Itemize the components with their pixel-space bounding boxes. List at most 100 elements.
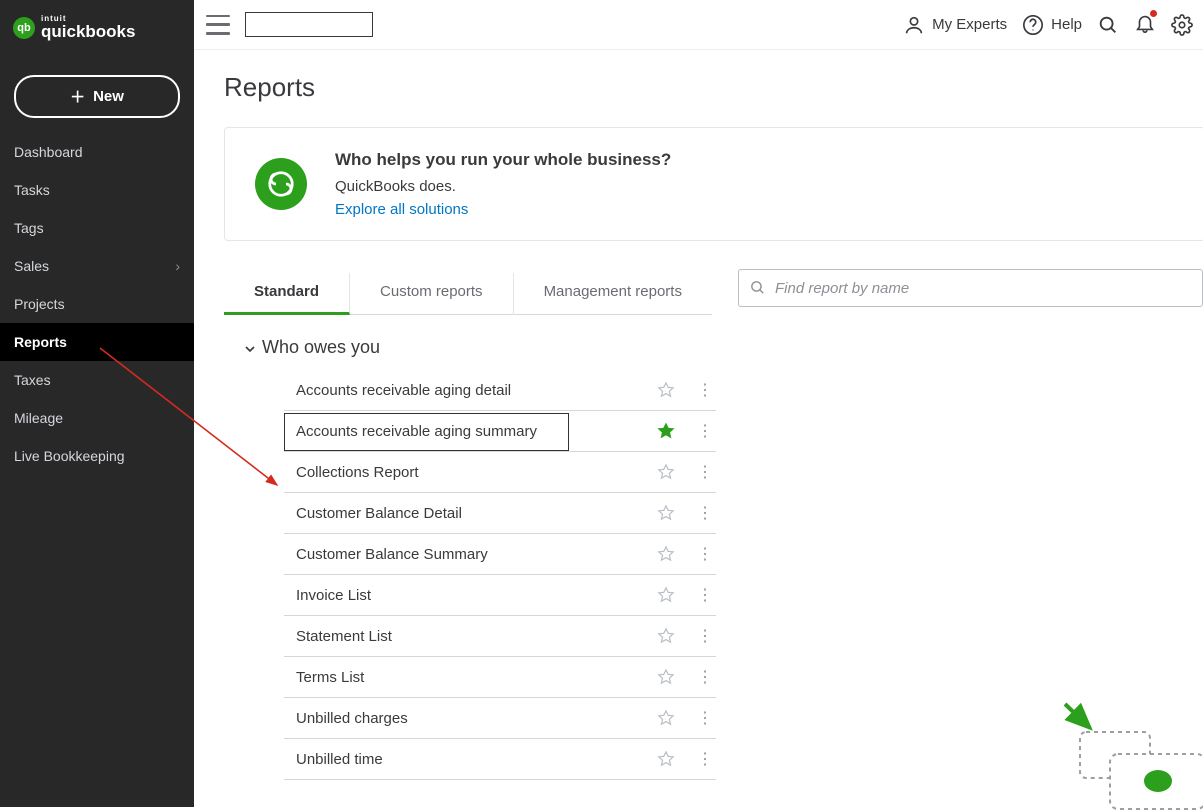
- star-outline-icon[interactable]: [657, 627, 675, 645]
- report-row: Unbilled time ⋮: [284, 739, 716, 780]
- sidebar-item-label: Tags: [14, 220, 44, 236]
- kebab-icon[interactable]: ⋮: [697, 585, 712, 605]
- kebab-icon[interactable]: ⋮: [697, 380, 712, 400]
- topbar: My Experts Help: [194, 0, 1203, 50]
- sidebar-item-label: Live Bookkeeping: [14, 448, 125, 464]
- report-row: Terms List ⋮: [284, 657, 716, 698]
- kebab-icon[interactable]: ⋮: [697, 626, 712, 646]
- kebab-icon[interactable]: ⋮: [697, 421, 712, 441]
- sidebar-item-tags[interactable]: Tags: [0, 209, 194, 247]
- search-icon[interactable]: [1097, 14, 1119, 36]
- report-row: Collections Report ⋮: [284, 452, 716, 493]
- sidebar-nav: Dashboard Tasks Tags Sales › Projects Reports T…: [0, 133, 194, 475]
- chevron-down-icon: [242, 341, 258, 357]
- promo-subtext: QuickBooks does.: [335, 178, 671, 195]
- sidebar-item-label: Mileage: [14, 410, 63, 426]
- help-label: Help: [1051, 16, 1082, 33]
- promo-card: Who helps you run your whole business? Q…: [224, 127, 1203, 241]
- report-row: Unbilled charges ⋮: [284, 698, 716, 739]
- promo-link[interactable]: Explore all solutions: [335, 201, 468, 218]
- help-button[interactable]: Help: [1022, 14, 1082, 36]
- tab-management-reports[interactable]: Management reports: [514, 273, 712, 315]
- my-experts-label: My Experts: [932, 16, 1007, 33]
- sidebar-item-dashboard[interactable]: Dashboard: [0, 133, 194, 171]
- kebab-icon[interactable]: ⋮: [697, 544, 712, 564]
- search-input[interactable]: [738, 269, 1203, 307]
- tabs: StandardCustom reportsManagement reports: [224, 273, 712, 315]
- sidebar-item-label: Taxes: [14, 372, 51, 388]
- kebab-icon[interactable]: ⋮: [697, 462, 712, 482]
- my-experts-button[interactable]: My Experts: [903, 14, 1007, 36]
- kebab-icon[interactable]: ⋮: [697, 749, 712, 769]
- brand-quickbooks: quickbooks: [41, 23, 135, 40]
- sidebar-item-label: Tasks: [14, 182, 50, 198]
- tab-standard[interactable]: Standard: [224, 273, 350, 315]
- tab-custom-reports[interactable]: Custom reports: [350, 273, 514, 315]
- main: My Experts Help Reports Who helps you ru…: [194, 0, 1203, 807]
- sidebar: qb intuit quickbooks ＋ New Dashboard Task…: [0, 0, 194, 807]
- section-title: Who owes you: [262, 337, 380, 358]
- star-outline-icon[interactable]: [657, 586, 675, 604]
- sidebar-item-sales[interactable]: Sales ›: [0, 247, 194, 285]
- star-outline-icon[interactable]: [657, 545, 675, 563]
- report-section: Who owes you Accounts receivable aging d…: [242, 337, 1203, 780]
- logo: qb intuit quickbooks: [0, 0, 194, 50]
- sidebar-item-reports[interactable]: Reports: [0, 323, 194, 361]
- report-row: Statement List ⋮: [284, 616, 716, 657]
- sidebar-item-taxes[interactable]: Taxes: [0, 361, 194, 399]
- star-outline-icon[interactable]: [657, 750, 675, 768]
- report-link[interactable]: Unbilled charges: [296, 710, 657, 727]
- notification-dot: [1150, 10, 1157, 17]
- report-row: Customer Balance Summary ⋮: [284, 534, 716, 575]
- kebab-icon[interactable]: ⋮: [697, 667, 712, 687]
- report-row: Accounts receivable aging summary ⋮: [284, 411, 716, 452]
- promo-logo-icon: [255, 158, 307, 210]
- kebab-icon[interactable]: ⋮: [697, 503, 712, 523]
- search-field-icon: [749, 279, 766, 296]
- promo-heading: Who helps you run your whole business?: [335, 150, 671, 170]
- logo-icon: qb: [13, 17, 35, 39]
- report-row: Accounts receivable aging detail ⋮: [284, 370, 716, 411]
- top-search-input[interactable]: [245, 12, 373, 37]
- report-link[interactable]: Statement List: [296, 628, 657, 645]
- report-row: Customer Balance Detail ⋮: [284, 493, 716, 534]
- sidebar-item-tasks[interactable]: Tasks: [0, 171, 194, 209]
- sidebar-item-label: Dashboard: [14, 144, 83, 160]
- new-button[interactable]: ＋ New: [14, 75, 180, 118]
- page-title: Reports: [224, 72, 1203, 103]
- report-link[interactable]: Terms List: [296, 669, 657, 686]
- search-wrap: [738, 269, 1203, 307]
- report-link[interactable]: Accounts receivable aging detail: [296, 382, 657, 399]
- sidebar-item-live-bookkeeping[interactable]: Live Bookkeeping: [0, 437, 194, 475]
- star-outline-icon[interactable]: [657, 463, 675, 481]
- report-link[interactable]: Customer Balance Summary: [296, 546, 657, 563]
- gear-icon[interactable]: [1171, 14, 1193, 36]
- sidebar-item-mileage[interactable]: Mileage: [0, 399, 194, 437]
- sidebar-item-label: Projects: [14, 296, 65, 312]
- plus-icon: ＋: [70, 86, 85, 107]
- report-list: Accounts receivable aging detail⋮Account…: [284, 370, 716, 780]
- hamburger-icon[interactable]: [206, 15, 230, 35]
- report-link[interactable]: Collections Report: [296, 464, 657, 481]
- star-outline-icon[interactable]: [657, 709, 675, 727]
- report-row: Invoice List ⋮: [284, 575, 716, 616]
- sidebar-item-label: Reports: [14, 334, 67, 350]
- sidebar-item-label: Sales: [14, 258, 49, 274]
- sidebar-item-projects[interactable]: Projects: [0, 285, 194, 323]
- new-button-label: New: [93, 88, 124, 105]
- notifications-button[interactable]: [1134, 12, 1156, 37]
- star-outline-icon[interactable]: [657, 504, 675, 522]
- person-icon: [903, 14, 925, 36]
- chevron-right-icon: ›: [175, 258, 180, 274]
- star-filled-icon[interactable]: [657, 422, 675, 440]
- star-outline-icon[interactable]: [657, 668, 675, 686]
- report-link[interactable]: Invoice List: [296, 587, 657, 604]
- section-toggle[interactable]: Who owes you: [242, 337, 1203, 358]
- report-link[interactable]: Accounts receivable aging summary: [296, 423, 657, 440]
- kebab-icon[interactable]: ⋮: [697, 708, 712, 728]
- star-outline-icon[interactable]: [657, 381, 675, 399]
- report-link[interactable]: Unbilled time: [296, 751, 657, 768]
- content: Reports Who helps you run your whole bus…: [194, 50, 1203, 807]
- report-link[interactable]: Customer Balance Detail: [296, 505, 657, 522]
- help-icon: [1022, 14, 1044, 36]
